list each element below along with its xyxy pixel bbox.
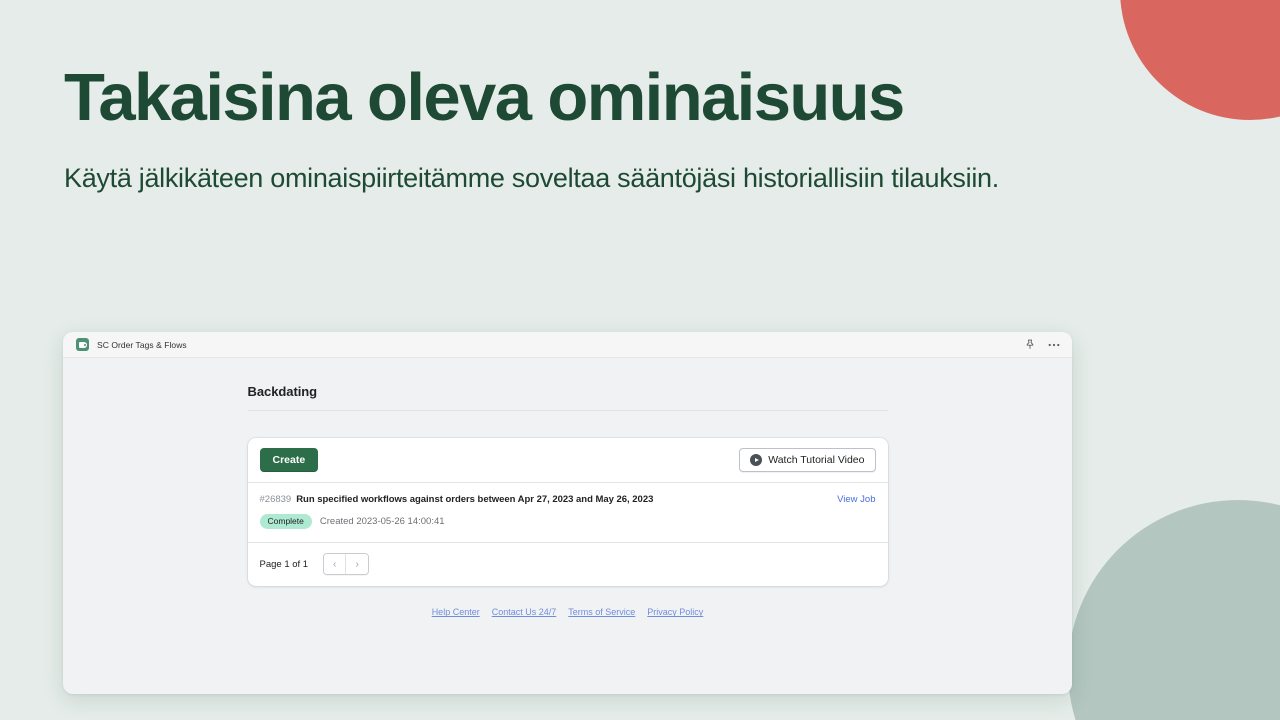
hero-section: Takaisina oleva ominaisuus Käytä jälkikä… [64,62,999,197]
footer-link-contact-us[interactable]: Contact Us 24/7 [492,607,557,617]
footer-link-terms-of-service[interactable]: Terms of Service [568,607,635,617]
play-circle-icon [750,454,763,466]
jobs-card: Create Watch Tutorial Video #26839 Run s… [247,438,888,587]
footer-link-help-center[interactable]: Help Center [432,607,480,617]
page-title: Takaisina oleva ominaisuus [64,60,905,135]
pagination: Page 1 of 1 ‹ › [248,543,888,586]
titlebar-actions [1025,339,1060,350]
sage-circle-decoration [1068,500,1280,720]
tag-app-icon [76,338,89,351]
job-list-item[interactable]: #26839 Run specified workflows against o… [247,483,888,544]
coral-circle-decoration [1120,0,1280,120]
app-window: SC Order Tags & Flows Backdating Create [63,332,1072,694]
content-page-title: Backdating [247,384,318,399]
view-job-link[interactable]: View Job [837,494,875,505]
window-body: Backdating Create Watch Tutorial Video #… [63,358,1072,694]
chevron-left-icon[interactable]: ‹ [324,554,347,575]
job-meta: Complete Created 2023-05-26 14:00:41 [259,514,876,530]
window-titlebar: SC Order Tags & Flows [63,332,1072,358]
card-toolbar: Create Watch Tutorial Video [247,438,888,483]
watch-tutorial-video-button[interactable]: Watch Tutorial Video [739,448,876,472]
page-indicator-label: Page 1 of 1 [259,558,309,570]
job-headline: #26839 Run specified workflows against o… [260,494,876,505]
job-created-timestamp: Created 2023-05-26 14:00:41 [319,516,445,528]
footer-link-privacy-policy[interactable]: Privacy Policy [647,607,703,617]
more-horizontal-icon[interactable] [1048,343,1060,347]
page-subtitle: Käytä jälkikäteen ominaispiirteitämme so… [64,163,999,194]
chevron-right-icon[interactable]: › [346,554,369,575]
job-id: #26839 [259,494,292,505]
status-badge: Complete [259,514,312,530]
create-button[interactable]: Create [259,448,319,472]
window-title: SC Order Tags & Flows [97,339,187,350]
footer-links: Help Center Contact Us 24/7 Terms of Ser… [248,607,888,617]
content-header: Backdating [247,384,888,411]
job-description: Run specified workflows against orders b… [296,494,654,505]
pin-icon[interactable] [1025,339,1035,350]
watch-tutorial-video-label: Watch Tutorial Video [768,454,865,466]
pagination-buttons: ‹ › [323,553,370,576]
